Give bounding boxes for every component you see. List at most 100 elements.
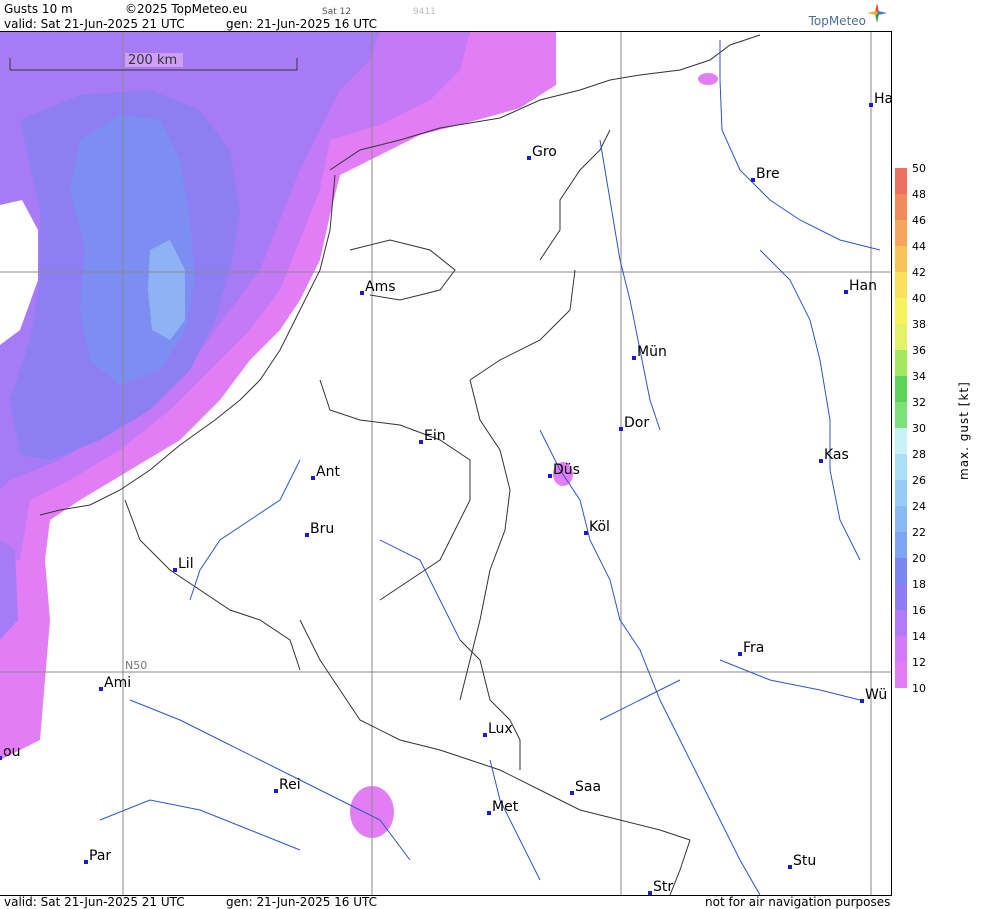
- city-label: Bru: [310, 521, 334, 537]
- city-lux: Lux: [483, 721, 513, 737]
- city-marker-icon: [751, 178, 755, 182]
- city-label: Bre: [756, 166, 780, 182]
- city-par: Par: [84, 848, 111, 864]
- legend-tick: 28: [912, 448, 926, 461]
- legend-color-cell: [895, 454, 907, 480]
- legend-color-cell: [895, 636, 907, 662]
- legend-tick: 24: [912, 500, 926, 513]
- city-label: Dor: [624, 415, 649, 431]
- city-str: Str: [648, 879, 673, 895]
- city-wu: Wü: [860, 687, 887, 703]
- latitude-label: N50: [125, 659, 147, 672]
- legend-color-cell: [895, 350, 907, 376]
- legend-title: max. gust [kt]: [957, 381, 971, 480]
- legend-color-cell: [895, 298, 907, 324]
- city-label: Kas: [824, 447, 849, 463]
- legend-tick: 36: [912, 344, 926, 357]
- brand-name: TopMeteo: [808, 14, 866, 28]
- legend-tick: 50: [912, 162, 926, 175]
- city-marker-icon: [487, 811, 491, 815]
- city-marker-icon: [844, 290, 848, 294]
- copyright: ©2025 TopMeteo.eu: [125, 2, 248, 16]
- city-label: Düs: [553, 462, 580, 478]
- legend-tick: 14: [912, 630, 926, 643]
- city-marker-icon: [788, 865, 792, 869]
- city-marker-icon: [570, 791, 574, 795]
- city-label: Fra: [743, 640, 764, 656]
- valid-time: valid: Sat 21-Jun-2025 21 UTC: [4, 17, 185, 31]
- legend-tick: 18: [912, 578, 926, 591]
- legend-color-cell: [895, 610, 907, 636]
- legend-tick: 32: [912, 396, 926, 409]
- city-label: Ein: [424, 428, 446, 444]
- city-rei: Rei: [274, 777, 301, 793]
- city-ami: Ami: [99, 675, 131, 691]
- city-label: Ant: [316, 464, 340, 480]
- legend-color-cell: [895, 506, 907, 532]
- city-label: Mün: [637, 344, 667, 360]
- legend-tick: 16: [912, 604, 926, 617]
- legend-color-cell: [895, 584, 907, 610]
- legend-tick: 38: [912, 318, 926, 331]
- legend-color-cell: [895, 532, 907, 558]
- city-marker-icon: [819, 459, 823, 463]
- city-label: ou: [3, 744, 20, 760]
- compass-logo-icon: [867, 3, 887, 23]
- city-bre: Bre: [751, 166, 780, 182]
- city-gro: Gro: [527, 144, 557, 160]
- city-label: Gro: [532, 144, 557, 160]
- city-marker-icon: [84, 860, 88, 864]
- legend-tick: 12: [912, 656, 926, 669]
- legend-color-cell: [895, 324, 907, 350]
- footer-bar: valid: Sat 21-Jun-2025 21 UTC gen: 21-Ju…: [0, 895, 892, 909]
- legend-tick: 42: [912, 266, 926, 279]
- legend-tick: 10: [912, 682, 926, 695]
- legend-tick: 30: [912, 422, 926, 435]
- city-marker-icon: [173, 568, 177, 572]
- legend-tick: 46: [912, 214, 926, 227]
- city-dus: Düs: [548, 462, 580, 478]
- city-marker-icon: [619, 427, 623, 431]
- legend-tick: 22: [912, 526, 926, 539]
- city-marker-icon: [311, 476, 315, 480]
- city-marker-icon: [305, 533, 309, 537]
- run-code: 9411: [413, 7, 436, 17]
- generation-time: gen: 21-Jun-2025 16 UTC: [226, 17, 378, 31]
- footer-generation-time: gen: 21-Jun-2025 16 UTC: [226, 895, 378, 909]
- city-kol: Köl: [584, 519, 610, 535]
- legend-tick: 34: [912, 370, 926, 383]
- legend-color-cell: [895, 376, 907, 402]
- city-marker-icon: [99, 687, 103, 691]
- city-marker-icon: [584, 531, 588, 535]
- city-label: Han: [849, 278, 877, 294]
- city-label: Str: [653, 879, 673, 895]
- city-marker-icon: [0, 756, 2, 760]
- city-marker-icon: [419, 440, 423, 444]
- legend-color-cell: [895, 272, 907, 298]
- city-stu: Stu: [788, 853, 816, 869]
- scale-label: 200 km: [128, 53, 177, 68]
- city-lil: Lil: [173, 556, 194, 572]
- legend-color-cell: [895, 480, 907, 506]
- city-label: Ams: [365, 279, 396, 295]
- city-label: Ha: [874, 91, 892, 107]
- city-marker-icon: [274, 789, 278, 793]
- city-label: Wü: [865, 687, 887, 703]
- city-saa: Saa: [570, 779, 601, 795]
- legend-color-cell: [895, 428, 907, 454]
- city-kas: Kas: [819, 447, 849, 463]
- city-marker-icon: [869, 103, 873, 107]
- legend-tick: 40: [912, 292, 926, 305]
- city-rou: ou: [0, 744, 20, 760]
- gust-blob-north: [698, 73, 718, 85]
- weather-map[interactable]: 200 km N50 Ha Gro Bre Ams Han Mün Dor Ein Düs Kas…: [0, 32, 892, 895]
- footer-disclaimer: not for air navigation purposes: [705, 895, 891, 909]
- city-label: Stu: [793, 853, 816, 869]
- city-label: Ami: [104, 675, 131, 691]
- city-marker-icon: [548, 474, 552, 478]
- city-fra: Fra: [738, 640, 764, 656]
- map-canvas: 200 km N50 Ha Gro Bre Ams Han Mün Dor Ein Düs Kas…: [0, 32, 892, 895]
- city-marker-icon: [632, 356, 636, 360]
- city-marker-icon: [860, 699, 864, 703]
- header-bar: Gusts 10 m ©2025 TopMeteo.eu Sat 12 9411…: [0, 0, 892, 32]
